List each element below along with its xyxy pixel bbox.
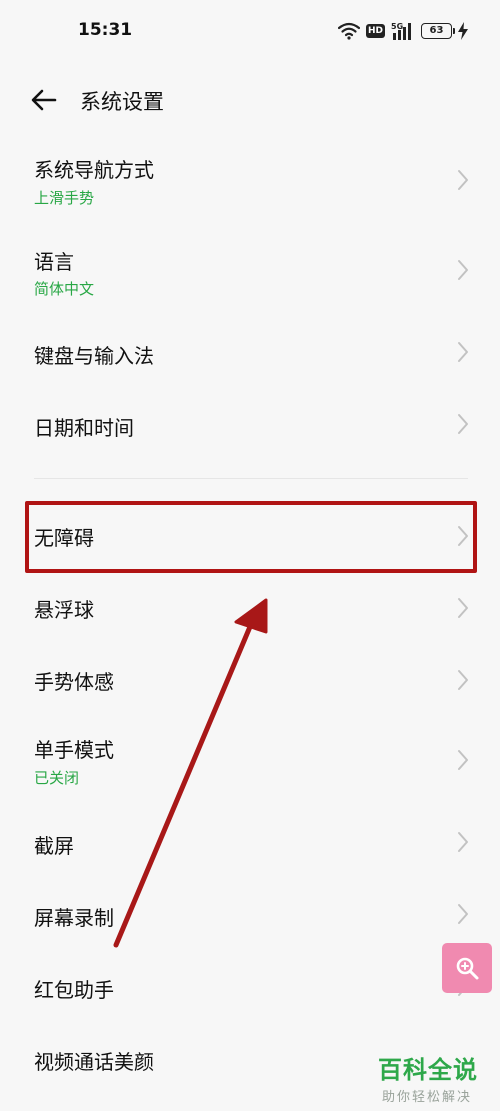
chevron-right-icon [458, 670, 468, 690]
item-title: 日期和时间 [34, 416, 134, 440]
item-title: 截屏 [34, 834, 74, 858]
item-subtitle: 已关闭 [34, 769, 80, 787]
item-title: 键盘与输入法 [34, 344, 154, 368]
section-divider [34, 478, 468, 479]
item-title: 手势体感 [34, 670, 114, 694]
item-title: 视频通话美颜 [34, 1050, 154, 1074]
watermark-title: 百科全说 [378, 1056, 478, 1084]
chevron-right-icon [458, 832, 468, 852]
settings-list: 系统导航方式 上滑手势 语言 简体中文 键盘与输入法 日期和时间 无障碍 悬浮球… [0, 0, 500, 1111]
chevron-right-icon [458, 598, 468, 618]
item-title: 屏幕录制 [34, 906, 114, 930]
watermark-subtitle: 助你轻松解决 [382, 1090, 473, 1105]
chevron-right-icon [458, 414, 468, 434]
list-item-red-packet-assistant[interactable]: 红包助手 [0, 954, 500, 1018]
zoom-button[interactable] [442, 943, 492, 993]
chevron-right-icon [458, 342, 468, 362]
item-subtitle: 简体中文 [34, 280, 95, 298]
chevron-right-icon [458, 260, 468, 280]
chevron-right-icon [458, 526, 468, 546]
list-item-navigation-mode[interactable]: 系统导航方式 上滑手势 [0, 140, 500, 220]
item-title: 语言 [34, 250, 74, 274]
chevron-right-icon [458, 170, 468, 190]
item-title: 悬浮球 [34, 598, 94, 622]
list-item-one-hand-mode[interactable]: 单手模式 已关闭 [0, 720, 500, 800]
item-title: 单手模式 [34, 738, 114, 762]
list-item-floating-ball[interactable]: 悬浮球 [0, 576, 500, 640]
item-title: 无障碍 [34, 526, 94, 550]
list-item-screenshot[interactable]: 截屏 [0, 810, 500, 874]
list-item-gesture-motion[interactable]: 手势体感 [0, 648, 500, 712]
chevron-right-icon [458, 904, 468, 924]
list-item-language[interactable]: 语言 简体中文 [0, 230, 500, 310]
list-item-accessibility[interactable]: 无障碍 [0, 504, 500, 568]
watermark-logo: 百科全说 助你轻松解决 [372, 1046, 492, 1108]
zoom-in-icon [456, 957, 479, 980]
list-item-screen-recording[interactable]: 屏幕录制 [0, 882, 500, 946]
list-item-date-time[interactable]: 日期和时间 [0, 392, 500, 456]
item-title: 系统导航方式 [34, 158, 154, 182]
item-title: 红包助手 [34, 978, 114, 1002]
item-subtitle: 上滑手势 [34, 189, 95, 207]
chevron-right-icon [458, 750, 468, 770]
list-item-keyboard-input[interactable]: 键盘与输入法 [0, 320, 500, 384]
